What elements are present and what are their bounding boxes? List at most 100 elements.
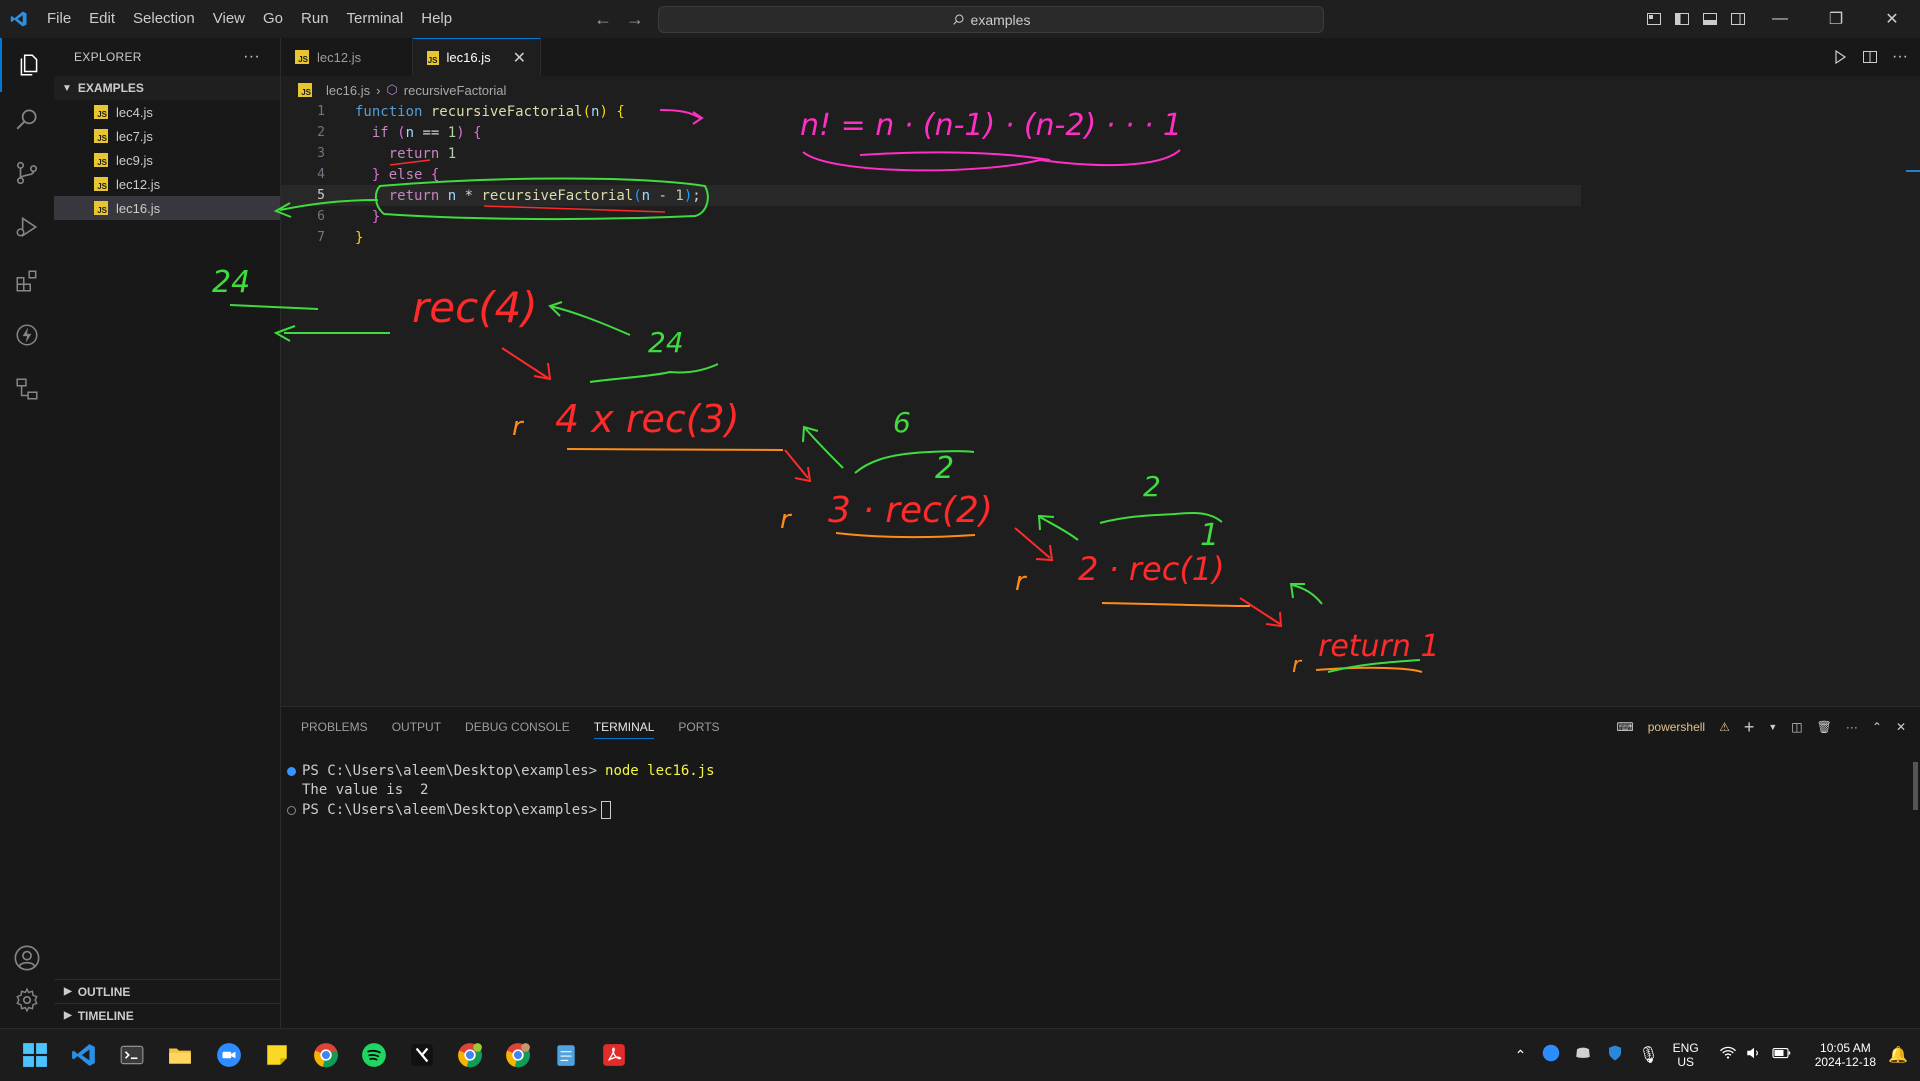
clock[interactable]: 10:05 AM 2024-12-18 [1815, 1041, 1876, 1069]
close-panel-icon[interactable]: ✕ [1896, 720, 1906, 734]
panel-more-icon[interactable]: ··· [1846, 720, 1858, 734]
show-hidden-icons[interactable]: ⌃ [1515, 1047, 1527, 1064]
tab-lec16[interactable]: JS lec16.js ✕ [413, 38, 541, 76]
explorer-more-button[interactable]: ··· [243, 48, 260, 66]
split-terminal-icon[interactable]: ◫ [1791, 720, 1802, 734]
acrobat-icon[interactable] [596, 1037, 632, 1073]
toggle-primary-sidebar-icon[interactable] [1668, 0, 1696, 38]
menu-selection[interactable]: Selection [124, 0, 204, 38]
terminal-taskbar-icon[interactable] [114, 1037, 150, 1073]
chrome-profile-a-icon[interactable] [452, 1037, 488, 1073]
toggle-secondary-sidebar-icon[interactable] [1724, 0, 1752, 38]
menu-run[interactable]: Run [292, 0, 338, 38]
tab-debug-console[interactable]: DEBUG CONSOLE [465, 720, 570, 734]
outline-section[interactable]: ▶ OUTLINE [54, 979, 280, 1003]
explorer-icon[interactable] [0, 38, 56, 92]
menu-go[interactable]: Go [254, 0, 292, 38]
customize-layout-icon[interactable] [1640, 0, 1668, 38]
zoom-icon[interactable] [211, 1037, 247, 1073]
vscode-logo-icon [0, 0, 38, 38]
command-center-search[interactable]: examples [658, 6, 1324, 33]
terminal-line-2: The value is 2 [302, 782, 428, 798]
tab-terminal[interactable]: TERMINAL [593, 720, 655, 739]
chevron-right-icon: ▶ [64, 1010, 72, 1021]
extensions-icon[interactable] [0, 254, 54, 308]
js-file-icon: JS [94, 129, 108, 143]
file-item-lec7[interactable]: JS lec7.js [54, 124, 280, 148]
close-window-button[interactable]: ✕ [1864, 0, 1920, 38]
notepad-icon[interactable] [548, 1037, 584, 1073]
file-label: lec7.js [116, 128, 153, 144]
notification-bell-icon[interactable]: 🔔 [1888, 1045, 1908, 1065]
file-item-lec12[interactable]: JS lec12.js [54, 172, 280, 196]
terminal-line-1: PS C:\Users\aleem\Desktop\examples> node… [287, 763, 715, 779]
code-line-6: 6 } [281, 206, 1581, 227]
file-item-lec4[interactable]: JS lec4.js [54, 100, 280, 124]
menu-view[interactable]: View [204, 0, 254, 38]
menu-file[interactable]: File [38, 0, 80, 38]
folder-label: EXAMPLES [77, 81, 144, 95]
file-item-lec16[interactable]: JS lec16.js [54, 196, 280, 220]
chrome-icon[interactable] [308, 1037, 344, 1073]
xodo-icon[interactable] [404, 1037, 440, 1073]
maximize-panel-icon[interactable]: ⌃ [1872, 720, 1882, 734]
terminal-scrollbar[interactable] [1913, 762, 1918, 810]
restore-button[interactable]: ❐ [1808, 0, 1864, 38]
toggle-panel-icon[interactable] [1696, 0, 1724, 38]
breadcrumb-symbol[interactable]: recursiveFactorial [404, 83, 507, 98]
windows-start-icon[interactable] [17, 1037, 53, 1073]
menu-help[interactable]: Help [412, 0, 461, 38]
split-editor-icon[interactable] [1862, 49, 1878, 65]
close-tab-icon[interactable]: ✕ [513, 48, 526, 68]
defender-tray-icon[interactable] [1606, 1044, 1624, 1067]
folder-examples[interactable]: ▼ EXAMPLES [54, 76, 280, 100]
tab-output[interactable]: OUTPUT [392, 720, 441, 734]
timeline-section[interactable]: ▶ TIMELINE [54, 1003, 280, 1027]
terminal-shell-name[interactable]: powershell [1648, 720, 1705, 734]
lightning-icon[interactable] [0, 308, 54, 362]
vscode-taskbar-icon[interactable] [66, 1037, 102, 1073]
battery-icon[interactable] [1771, 1044, 1793, 1067]
sticky-notes-icon[interactable] [259, 1037, 295, 1073]
token-function: recursiveFactorial [481, 187, 634, 204]
menu-terminal[interactable]: Terminal [338, 0, 413, 38]
file-item-lec9[interactable]: JS lec9.js [54, 148, 280, 172]
minimize-button[interactable]: — [1752, 0, 1808, 38]
warning-icon: ⚠ [1719, 720, 1730, 734]
terminal-line-3[interactable]: PS C:\Users\aleem\Desktop\examples> [287, 801, 612, 819]
menu-edit[interactable]: Edit [80, 0, 124, 38]
trash-icon[interactable]: 🗑 [1817, 720, 1832, 734]
editor-more-icon[interactable]: ··· [1892, 48, 1908, 66]
new-terminal-icon[interactable]: + [1744, 717, 1755, 738]
run-debug-icon[interactable] [0, 200, 54, 254]
tab-ports[interactable]: PORTS [678, 720, 719, 734]
back-arrow-icon[interactable]: ← [594, 9, 612, 30]
code-editor[interactable]: 1 function recursiveFactorial(n) { 2 if … [281, 100, 1920, 706]
clock-date: 2024-12-18 [1814, 1055, 1877, 1069]
source-control-icon[interactable] [0, 146, 54, 200]
wifi-icon[interactable] [1719, 1044, 1737, 1067]
discord-tray-icon[interactable] [1574, 1044, 1592, 1067]
breadcrumb-file[interactable]: lec16.js [326, 83, 370, 98]
js-file-icon: JS [298, 83, 312, 97]
chrome-profile-b-icon[interactable] [500, 1037, 536, 1073]
forward-arrow-icon[interactable]: → [626, 9, 644, 30]
volume-icon[interactable] [1745, 1044, 1763, 1067]
settings-gear-icon[interactable] [0, 973, 54, 1027]
zoom-tray-icon[interactable] [1542, 1044, 1560, 1067]
tab-lec12[interactable]: JS lec12.js [281, 38, 413, 76]
run-file-icon[interactable] [1832, 49, 1848, 65]
terminal-output: The value is 2 [302, 782, 429, 798]
chevron-down-icon[interactable]: ▼ [1768, 722, 1777, 732]
token-number: 1 [675, 187, 684, 204]
language-indicator[interactable]: ENG US [1673, 1041, 1699, 1069]
file-explorer-icon[interactable] [162, 1037, 198, 1073]
js-file-icon: JS [295, 50, 309, 64]
scrollbar-marker[interactable] [1906, 170, 1920, 172]
spotify-icon[interactable] [356, 1037, 392, 1073]
remote-explorer-icon[interactable] [0, 362, 54, 416]
tab-problems[interactable]: PROBLEMS [301, 720, 368, 734]
activity-bar [0, 38, 54, 1028]
search-view-icon[interactable] [0, 92, 54, 146]
microphone-icon[interactable]: 🎙 [1638, 1045, 1658, 1065]
